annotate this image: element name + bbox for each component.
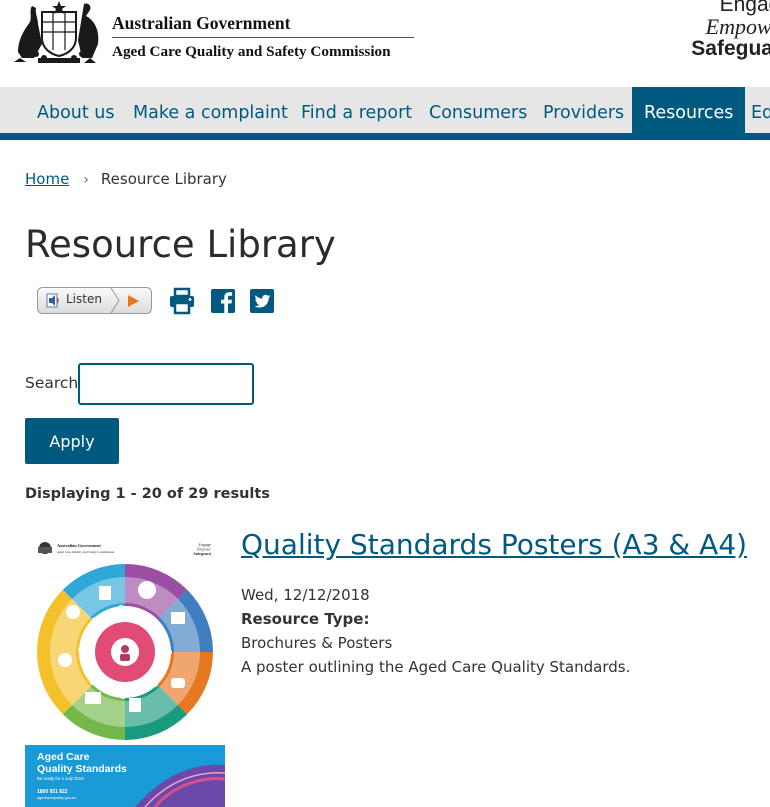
listen-label: Listen	[66, 292, 102, 306]
government-wordmark[interactable]: Australian Government Aged Care Quality …	[112, 13, 414, 61]
nav-item-resources[interactable]: Resources	[632, 87, 746, 133]
coat-of-arms-icon[interactable]	[12, 0, 106, 64]
main-nav: About us Make a complaint Find a report …	[0, 87, 770, 140]
play-icon	[128, 295, 139, 307]
search-label: Search	[25, 374, 79, 392]
breadcrumb: Home › Resource Library	[25, 170, 227, 188]
speaker-icon	[46, 293, 59, 308]
breadcrumb-current: Resource Library	[100, 170, 227, 188]
breadcrumb-home-link[interactable]: Home	[25, 170, 69, 188]
result-thumbnail[interactable]: Australian Government Aged Care Quality …	[25, 533, 225, 807]
gov-name: Australian Government	[112, 13, 291, 33]
result-description: A poster outlining the Aged Care Quality…	[241, 658, 631, 676]
poster-url: agedcarequality.gov.au	[37, 796, 76, 800]
nav-item-education[interactable]: Ed	[751, 87, 770, 133]
nav-item-find-a-report[interactable]: Find a report	[301, 87, 412, 133]
results-summary: Displaying 1 - 20 of 29 results	[25, 486, 270, 502]
poster-subtitle: Be ready for 1 July 2019	[37, 776, 84, 781]
search-input[interactable]	[78, 363, 254, 405]
nav-item-make-a-complaint[interactable]: Make a complaint	[133, 87, 288, 133]
twitter-icon[interactable]	[248, 287, 276, 315]
result-type-value: Brochures & Posters	[241, 634, 393, 652]
thumbnail-agency-name: Aged Care Quality and Safety Commission	[57, 550, 115, 554]
result-title-link[interactable]: Quality Standards Posters (A3 & A4)	[241, 528, 747, 561]
tagline-safeguard: Safeguard	[691, 37, 770, 60]
tagline: Engage Empower Safeguard	[660, 0, 770, 60]
nav-item-providers[interactable]: Providers	[543, 87, 624, 133]
thumbnail-tagline-empower: Empower	[196, 548, 211, 552]
poster-title-line1: Aged Care	[37, 751, 90, 763]
listen-button[interactable]: Listen	[37, 287, 152, 314]
nav-item-consumers[interactable]: Consumers	[429, 87, 527, 133]
agency-name: Aged Care Quality and Safety Commission	[112, 43, 391, 60]
apply-button[interactable]: Apply	[25, 418, 119, 464]
divider	[112, 37, 414, 38]
thumbnail-gov-name: Australian Government	[57, 543, 101, 548]
quality-standards-wheel	[37, 564, 213, 740]
facebook-icon[interactable]	[209, 287, 237, 315]
print-icon[interactable]	[168, 287, 196, 315]
poster-title-line2: Quality Standards	[37, 763, 127, 775]
nav-item-about-us[interactable]: About us	[37, 87, 115, 133]
thumbnail-tagline-engage: Engage	[199, 543, 211, 547]
result-type-label: Resource Type:	[241, 610, 370, 628]
site-header: Australian Government Aged Care Quality …	[0, 0, 770, 87]
breadcrumb-separator-icon: ›	[83, 172, 89, 188]
page-title: Resource Library	[25, 223, 336, 266]
result-date: Wed, 12/12/2018	[241, 586, 370, 604]
poster-phone: 1800 951 822	[37, 789, 68, 795]
tagline-empower: Empower	[705, 14, 770, 39]
thumbnail-tagline-safeguard: Safeguard	[193, 552, 211, 556]
